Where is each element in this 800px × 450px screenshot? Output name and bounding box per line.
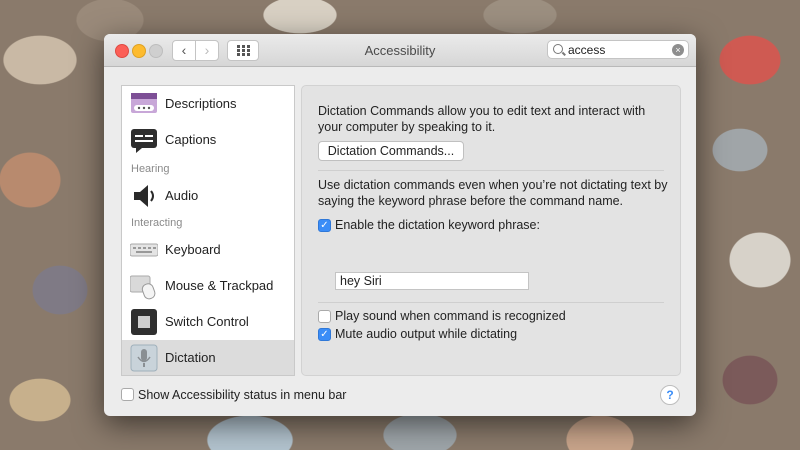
forward-button[interactable]: › [195, 40, 219, 61]
sidebar-item-label: Dictation [165, 350, 216, 365]
sidebar-item-label: Audio [165, 188, 199, 203]
section-header-hearing: Hearing [131, 163, 170, 175]
title-bar: ‹ › Accessibility × [104, 34, 696, 67]
sidebar-item-keyboard[interactable]: Keyboard [122, 232, 294, 268]
dictation-pane: Dictation Commands allow you to edit tex… [301, 85, 681, 376]
search-icon [553, 44, 563, 54]
status-menu-checkbox[interactable] [121, 388, 134, 401]
descriptions-icon [130, 90, 158, 118]
sidebar-item-label: Descriptions [165, 96, 237, 111]
sidebar-item-switch-control[interactable]: Switch Control [122, 304, 294, 340]
clear-search-icon[interactable]: × [672, 44, 684, 56]
window-title: Accessibility [364, 43, 436, 58]
zoom-window-button[interactable] [149, 44, 163, 58]
help-button[interactable]: ? [660, 385, 680, 405]
sidebar-item-label: Switch Control [165, 314, 249, 329]
sidebar: Descriptions Captions Hearing Audio Inte… [121, 85, 295, 376]
minimize-window-button[interactable] [132, 44, 146, 58]
play-sound-label: Play sound when command is recognized [335, 309, 566, 323]
keyboard-icon [129, 236, 159, 264]
keyword-phrase-field[interactable] [335, 272, 529, 290]
status-menu-label: Show Accessibility status in menu bar [138, 388, 347, 402]
enable-keyword-label: Enable the dictation keyword phrase: [335, 218, 540, 232]
back-button[interactable]: ‹ [172, 40, 196, 61]
mute-audio-checkbox[interactable]: ✓ [318, 328, 331, 341]
keyword-info-text: Use dictation commands even when you’re … [318, 178, 668, 208]
preferences-window: ‹ › Accessibility × Descriptions Caption… [104, 34, 696, 416]
mute-audio-label: Mute audio output while dictating [335, 327, 518, 341]
speaker-icon [130, 182, 158, 210]
dictation-commands-button[interactable]: Dictation Commands... [318, 141, 464, 161]
microphone-icon [130, 344, 158, 372]
divider [318, 302, 664, 303]
sidebar-item-mouse-trackpad[interactable]: Mouse & Trackpad [122, 268, 294, 304]
section-header-interacting: Interacting [131, 217, 183, 229]
search-field[interactable]: × [547, 40, 689, 59]
play-sound-checkbox[interactable] [318, 310, 331, 323]
close-window-button[interactable] [115, 44, 129, 58]
show-all-grid-icon[interactable] [227, 40, 259, 61]
sidebar-item-label: Captions [165, 132, 217, 147]
sidebar-item-descriptions[interactable]: Descriptions [122, 86, 294, 122]
sidebar-item-label: Keyboard [165, 242, 221, 257]
sidebar-item-captions[interactable]: Captions [122, 122, 294, 158]
mouse-trackpad-icon [129, 272, 158, 300]
intro-text: Dictation Commands allow you to edit tex… [318, 104, 646, 134]
divider [318, 170, 664, 171]
sidebar-item-dictation[interactable]: Dictation [122, 340, 294, 375]
enable-keyword-checkbox[interactable]: ✓ [318, 219, 331, 232]
switch-control-icon [130, 308, 158, 336]
sidebar-item-label: Mouse & Trackpad [165, 278, 274, 293]
search-input[interactable] [568, 42, 663, 57]
sidebar-item-audio[interactable]: Audio [122, 178, 294, 214]
captions-icon [130, 126, 158, 154]
